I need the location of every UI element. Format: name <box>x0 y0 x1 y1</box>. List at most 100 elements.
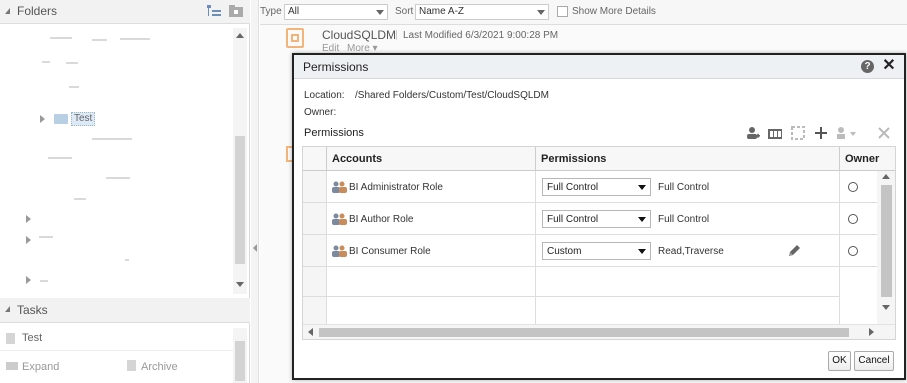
row-selector[interactable] <box>303 203 327 235</box>
column-header-permissions[interactable]: Permissions <box>536 147 840 171</box>
cancel-button[interactable]: Cancel <box>854 351 894 371</box>
type-select[interactable]: All <box>284 4 388 20</box>
tree-item[interactable] <box>39 236 53 238</box>
tree-view-icon[interactable] <box>207 5 221 17</box>
tree-item[interactable] <box>42 61 50 63</box>
role-icon <box>332 245 347 257</box>
permission-select-value: Full Control <box>547 182 599 193</box>
tree-item[interactable] <box>66 62 78 64</box>
data-model-icon <box>286 28 304 48</box>
account-name: BI Consumer Role <box>349 246 431 257</box>
sort-label: Sort <box>395 6 414 17</box>
tasks-header[interactable]: Tasks <box>0 298 250 323</box>
tree-item[interactable] <box>48 157 72 159</box>
archive-action[interactable]: Archive <box>141 361 178 373</box>
task-item[interactable]: Test <box>0 325 233 351</box>
scrollbar-thumb[interactable] <box>319 328 849 337</box>
tree-item[interactable] <box>40 280 48 282</box>
permission-detail: Full Control <box>658 182 710 193</box>
item-name[interactable]: CloudSQLDM <box>322 28 396 42</box>
row-selector[interactable] <box>303 171 327 203</box>
column-header-owner[interactable]: Owner <box>840 147 895 171</box>
collapse-icon[interactable] <box>5 8 10 14</box>
owner-cell <box>840 171 877 203</box>
table-row[interactable]: BI Administrator Role <box>327 171 536 203</box>
tree-item[interactable] <box>69 86 79 88</box>
collapse-icon[interactable] <box>5 306 10 312</box>
help-icon[interactable]: ? <box>861 60 874 73</box>
scroll-left-icon[interactable] <box>308 328 313 336</box>
task-item-label: Test <box>22 332 43 344</box>
owner-radio[interactable] <box>848 246 858 256</box>
permission-select-value: Full Control <box>547 214 599 225</box>
ok-button[interactable]: OK <box>828 351 851 371</box>
sort-select[interactable]: Name A-Z <box>415 4 549 20</box>
row-selector <box>303 297 327 324</box>
tree-item[interactable] <box>120 38 150 40</box>
new-folder-icon[interactable] <box>229 5 243 17</box>
tree-item[interactable] <box>92 39 107 41</box>
tree-item[interactable] <box>74 198 86 200</box>
permission-select[interactable]: Custom <box>542 242 651 260</box>
table-horizontal-scrollbar[interactable] <box>303 324 895 339</box>
tree-item[interactable] <box>50 37 72 39</box>
scroll-down-icon[interactable] <box>236 282 244 287</box>
tasks-scrollbar[interactable] <box>233 328 247 383</box>
folders-scrollbar[interactable] <box>233 28 247 294</box>
permission-detail: Full Control <box>658 214 710 225</box>
owner-radio[interactable] <box>848 214 858 224</box>
table-vertical-scrollbar[interactable] <box>877 171 895 324</box>
empty-cell <box>327 297 536 324</box>
panel-splitter[interactable] <box>251 0 259 383</box>
expand-arrow-icon[interactable] <box>26 215 31 223</box>
account-name: BI Administrator Role <box>349 182 443 193</box>
expand-arrow-icon[interactable] <box>40 115 45 123</box>
scrollbar-thumb[interactable] <box>235 136 245 264</box>
close-icon[interactable]: ✕ <box>882 57 896 75</box>
add-group-icon[interactable] <box>768 126 784 140</box>
table-row[interactable]: BI Consumer Role <box>327 235 536 267</box>
expand-arrow-icon[interactable] <box>26 276 31 284</box>
permission-select[interactable]: Full Control <box>542 178 651 196</box>
chevron-down-icon <box>537 10 545 15</box>
permission-select[interactable]: Full Control <box>542 210 651 228</box>
tree-item[interactable] <box>92 138 132 140</box>
expand-icon <box>6 362 18 370</box>
expand-arrow-icon[interactable] <box>26 236 31 244</box>
table-row[interactable]: BI Author Role <box>327 203 536 235</box>
tasks-title: Tasks <box>17 303 48 317</box>
permission-select-value: Custom <box>547 246 582 257</box>
permission-cell: Full Control Full Control <box>536 203 840 235</box>
left-panel: Folders Test Tasks Test Expand Archive <box>0 0 250 383</box>
location-value: /Shared Folders/Custom/Test/CloudSQLDM <box>355 90 549 101</box>
chevron-down-icon <box>638 185 646 190</box>
tree-item-label: Test <box>71 112 96 126</box>
edit-pencil-icon[interactable] <box>786 243 802 259</box>
add-user-icon[interactable] <box>746 126 760 140</box>
folders-title: Folders <box>17 4 58 18</box>
scrollbar-thumb[interactable] <box>235 341 245 381</box>
tree-item[interactable] <box>106 177 130 179</box>
catalog-item[interactable]: CloudSQLDM Last Modified 6/3/2021 9:00:2… <box>260 26 907 56</box>
folders-header[interactable]: Folders <box>0 0 250 24</box>
scroll-up-icon[interactable] <box>882 174 890 179</box>
owner-radio[interactable] <box>848 182 858 192</box>
plus-icon[interactable] <box>814 126 828 140</box>
column-header-accounts[interactable]: Accounts <box>327 147 536 171</box>
expand-action[interactable]: Expand <box>22 361 59 373</box>
permissions-section-title: Permissions <box>304 127 364 139</box>
owner-label: Owner: <box>304 107 337 118</box>
tree-item[interactable] <box>125 259 129 261</box>
scroll-up-icon[interactable] <box>236 33 244 38</box>
scroll-right-icon[interactable] <box>869 328 874 336</box>
row-selector[interactable] <box>303 235 327 267</box>
collapse-left-icon[interactable] <box>253 244 257 252</box>
show-more-checkbox[interactable] <box>557 6 568 17</box>
scroll-down-icon[interactable] <box>882 305 890 310</box>
account-name: BI Author Role <box>349 214 414 225</box>
permissions-table: Accounts Permissions Owner BI Administra… <box>302 146 896 340</box>
permission-detail: Read,Traverse <box>658 246 724 257</box>
type-select-value: All <box>288 6 300 17</box>
scrollbar-thumb[interactable] <box>881 185 892 297</box>
sort-select-value: Name A-Z <box>419 6 465 17</box>
